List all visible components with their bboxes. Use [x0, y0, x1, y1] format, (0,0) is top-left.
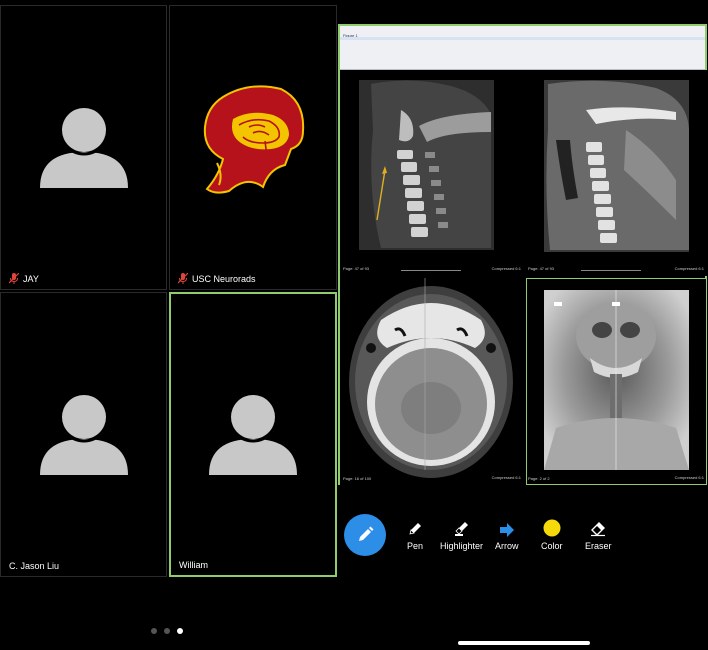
annotation-toolbar: Pen Highlighter Arrow Color Eraser: [337, 492, 708, 582]
pane-page-label: Page: 2 of 2: [528, 476, 550, 481]
person-avatar-icon: [39, 394, 128, 475]
shared-screen[interactable]: Figure 1 Page: 47 of 93 Compressed 6:1 P…: [338, 24, 707, 485]
participant-name: USC Neurorads: [192, 273, 256, 284]
ct-sagittal-soft-image: Page: 47 of 93: [528, 80, 689, 271]
pane-page-label: Page: 47 of 93: [343, 266, 370, 271]
pen-tool-label: Pen: [407, 541, 424, 551]
eraser-tool-button[interactable]: Eraser: [585, 519, 612, 551]
person-avatar-icon: [39, 107, 128, 188]
highlighter-tool-label: Highlighter: [440, 541, 484, 551]
ct-pane-sagittal-soft[interactable]: Page: 47 of 93 Compressed 6:1: [526, 70, 707, 276]
ct-scout-image: Page: 2 of 2: [528, 290, 689, 481]
pen-icon: [409, 523, 421, 535]
annotate-toggle-button[interactable]: [344, 514, 386, 556]
pane-series-label: Compressed 6:1: [674, 475, 704, 480]
pane-page-label: Page: 47 of 93: [528, 266, 555, 271]
pane-series-label: Compressed 6:1: [491, 266, 521, 271]
participant-tile-william[interactable]: William: [169, 292, 337, 577]
person-avatar-icon: [209, 394, 297, 475]
page-indicator[interactable]: [151, 628, 183, 634]
mic-muted-icon: [9, 273, 19, 284]
eraser-tool-label: Eraser: [585, 541, 612, 551]
participant-tile-usc-neurorads[interactable]: USC Neurorads: [169, 5, 337, 290]
pane-series-label: Compressed 6:1: [491, 475, 521, 480]
eraser-icon: [591, 522, 606, 537]
highlighter-icon: [454, 522, 468, 536]
participant-name-row: USC Neurorads: [178, 273, 256, 284]
participant-tile-c-jason-liu[interactable]: C. Jason Liu: [0, 292, 167, 577]
participant-name-row: JAY: [9, 273, 39, 284]
page-dot[interactable]: [151, 628, 157, 634]
home-indicator[interactable]: [458, 641, 590, 645]
arrow-icon: [499, 523, 514, 537]
mic-muted-icon: [178, 273, 188, 284]
page-dot[interactable]: [164, 628, 170, 634]
participant-name: C. Jason Liu: [9, 561, 60, 571]
ct-pane-axial[interactable]: Page: 16 of 100 Compressed 6:1: [341, 278, 524, 485]
ct-sagittal-bone-image: Page: 47 of 93: [343, 80, 494, 271]
page-dot-current[interactable]: [177, 628, 183, 634]
video-grid: JAY USC Neurorads C. Jason Liu William: [0, 0, 337, 650]
arrow-tool-button[interactable]: Arrow: [495, 519, 519, 551]
color-dot-icon: [543, 519, 561, 537]
color-tool-label: Color: [541, 541, 563, 551]
highlighter-tool-button[interactable]: Highlighter: [440, 519, 483, 551]
shared-screen-panel: Figure 1 Page: 47 of 93 Compressed 6:1 P…: [337, 0, 708, 650]
pane-page-label: Page: 16 of 100: [343, 476, 372, 481]
participant-tile-jay[interactable]: JAY: [0, 5, 167, 290]
ct-pane-sagittal-bone[interactable]: Page: 47 of 93 Compressed 6:1: [341, 70, 524, 276]
image-viewer-grid: Page: 47 of 93 Compressed 6:1 Page: 47 o…: [340, 70, 707, 485]
trojan-brain-logo-icon: [203, 85, 305, 194]
ct-pane-scout[interactable]: Page: 2 of 2 Compressed 6:1: [526, 278, 707, 485]
viewer-menu-bar: [340, 37, 705, 40]
participant-name-row: C. Jason Liu: [9, 561, 59, 571]
viewer-window-titlebar: Figure 1: [340, 26, 705, 70]
ct-axial-image: Page: 16 of 100: [343, 278, 513, 481]
pane-series-label: Compressed 6:1: [674, 266, 704, 271]
arrow-tool-label: Arrow: [495, 541, 519, 551]
participant-name: William: [179, 560, 208, 570]
scale-ruler: [581, 270, 641, 272]
pencil-icon: [359, 526, 374, 541]
scale-ruler: [401, 270, 461, 272]
participant-name: JAY: [23, 273, 39, 284]
color-tool-button[interactable]: Color: [541, 519, 563, 551]
participant-name-row: William: [179, 560, 208, 570]
pen-tool-button[interactable]: Pen: [407, 519, 423, 551]
